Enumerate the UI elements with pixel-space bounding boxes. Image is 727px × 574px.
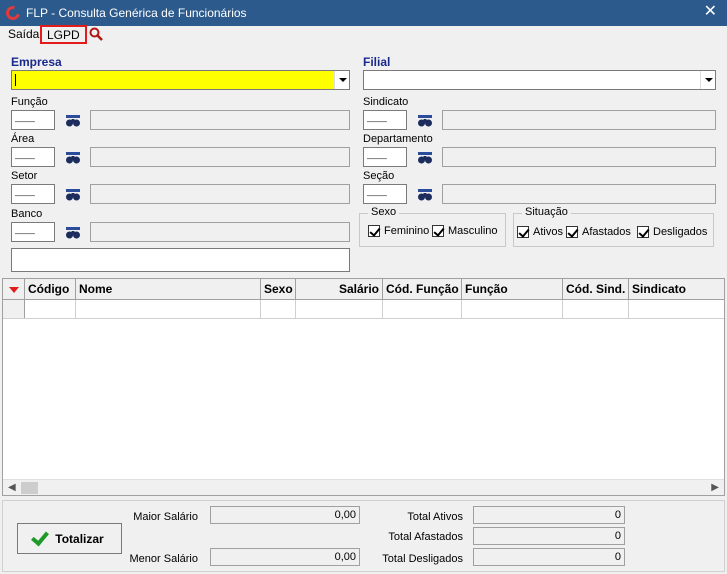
table-row[interactable]: [3, 300, 724, 319]
checkbox-checked-icon[interactable]: [432, 225, 444, 237]
scroll-right-icon[interactable]: ▶: [711, 482, 719, 493]
grid-indicator-column[interactable]: [3, 279, 25, 300]
column-funcao[interactable]: Função: [462, 279, 563, 300]
cell-cod-sind[interactable]: [563, 300, 629, 319]
app-logo-icon: [3, 3, 23, 23]
cell-sexo[interactable]: [261, 300, 296, 319]
secao-description: [442, 184, 716, 204]
afastados-checkbox[interactable]: Afastados: [566, 226, 631, 238]
area-label: Área: [11, 133, 35, 145]
search-icon[interactable]: [89, 27, 103, 41]
binoculars-icon[interactable]: [65, 113, 81, 129]
binoculars-icon[interactable]: [417, 187, 433, 203]
cell-salario[interactable]: [296, 300, 383, 319]
chevron-down-icon[interactable]: [700, 71, 715, 89]
afastados-label: Afastados: [582, 226, 631, 238]
binoculars-icon[interactable]: [417, 113, 433, 129]
empresa-label: Empresa: [11, 55, 62, 69]
masculino-checkbox[interactable]: Masculino: [432, 225, 498, 237]
secao-code-input[interactable]: ___: [363, 184, 407, 204]
banco-label: Banco: [11, 208, 43, 220]
grid-header: Código Nome Sexo Salário Cód. Função Fun…: [3, 279, 724, 300]
ativos-checkbox[interactable]: Ativos: [517, 226, 563, 238]
binoculars-icon[interactable]: [65, 187, 81, 203]
check-icon: [31, 527, 50, 546]
feminino-checkbox[interactable]: Feminino: [368, 225, 429, 237]
area-description: [90, 147, 350, 167]
checkbox-checked-icon[interactable]: [517, 226, 529, 238]
totalizar-label: Totalizar: [55, 531, 104, 546]
employees-grid[interactable]: Código Nome Sexo Salário Cód. Função Fun…: [2, 278, 725, 496]
maior-salario-label: Maior Salário: [133, 511, 198, 523]
funcao-label: Função: [11, 96, 48, 108]
menu-bar: Saída LGPD: [0, 25, 727, 44]
cell-cod-funcao[interactable]: [383, 300, 462, 319]
maior-salario-value: 0,00: [210, 506, 360, 524]
sindicato-description: [442, 110, 716, 130]
checkbox-checked-icon[interactable]: [566, 226, 578, 238]
setor-description: [90, 184, 350, 204]
banco-code-input[interactable]: ___: [11, 222, 55, 242]
filial-label: Filial: [363, 55, 391, 69]
setor-code-input[interactable]: ___: [11, 184, 55, 204]
cell-codigo[interactable]: [25, 300, 76, 319]
column-nome[interactable]: Nome: [76, 279, 261, 300]
text-caret: [15, 74, 16, 86]
binoculars-icon[interactable]: [417, 150, 433, 166]
menu-saida[interactable]: Saída: [8, 27, 39, 41]
desligados-label: Desligados: [653, 226, 708, 238]
cell-funcao[interactable]: [462, 300, 563, 319]
checkbox-checked-icon[interactable]: [368, 225, 380, 237]
menor-salario-value: 0,00: [210, 548, 360, 566]
column-salario[interactable]: Salário: [296, 279, 383, 300]
total-ativos-label: Total Ativos: [407, 511, 463, 523]
banco-description: [90, 222, 350, 242]
window-title: FLP - Consulta Genérica de Funcionários: [26, 6, 247, 20]
column-cod-sind[interactable]: Cód. Sind.: [563, 279, 629, 300]
sort-indicator-icon: [9, 287, 19, 293]
chevron-down-icon[interactable]: [334, 71, 349, 89]
close-icon[interactable]: ✕: [704, 4, 717, 20]
setor-label: Setor: [11, 170, 38, 182]
menor-salario-label: Menor Salário: [129, 553, 198, 565]
total-desligados-label: Total Desligados: [382, 553, 463, 565]
feminino-label: Feminino: [384, 225, 430, 237]
departamento-code-input[interactable]: ___: [363, 147, 407, 167]
situacao-group-title: Situação: [522, 206, 571, 218]
horizontal-scrollbar[interactable]: ◀ ▶: [3, 479, 724, 495]
cell-nome[interactable]: [76, 300, 261, 319]
scroll-thumb[interactable]: [21, 482, 38, 494]
secao-label: Seção: [363, 170, 395, 182]
empresa-select[interactable]: [11, 70, 350, 90]
desligados-checkbox[interactable]: Desligados: [637, 226, 707, 238]
total-afastados-value: 0: [473, 527, 625, 545]
departamento-label: Departamento: [363, 133, 433, 145]
column-sindicato[interactable]: Sindicato: [629, 279, 724, 300]
totalizar-button[interactable]: Totalizar: [17, 523, 122, 554]
sindicato-code-input[interactable]: ___: [363, 110, 407, 130]
title-bar: FLP - Consulta Genérica de Funcionários …: [0, 0, 727, 26]
banco-extra-input[interactable]: [11, 248, 350, 272]
total-afastados-label: Total Afastados: [388, 531, 463, 543]
funcao-description: [90, 110, 350, 130]
total-ativos-value: 0: [473, 506, 625, 524]
binoculars-icon[interactable]: [65, 225, 81, 241]
masculino-label: Masculino: [448, 225, 498, 237]
area-code-input[interactable]: ___: [11, 147, 55, 167]
sexo-group-title: Sexo: [368, 206, 400, 218]
departamento-description: [442, 147, 716, 167]
binoculars-icon[interactable]: [65, 150, 81, 166]
total-desligados-value: 0: [473, 548, 625, 566]
scroll-left-icon[interactable]: ◀: [8, 482, 16, 493]
column-cod-funcao[interactable]: Cód. Função: [383, 279, 462, 300]
funcao-code-input[interactable]: ___: [11, 110, 55, 130]
filial-select[interactable]: [363, 70, 716, 90]
column-sexo[interactable]: Sexo: [261, 279, 296, 300]
ativos-label: Ativos: [533, 226, 563, 238]
sindicato-label: Sindicato: [363, 96, 409, 108]
checkbox-checked-icon[interactable]: [637, 226, 649, 238]
column-codigo[interactable]: Código: [25, 279, 76, 300]
menu-lgpd[interactable]: LGPD: [40, 25, 87, 44]
